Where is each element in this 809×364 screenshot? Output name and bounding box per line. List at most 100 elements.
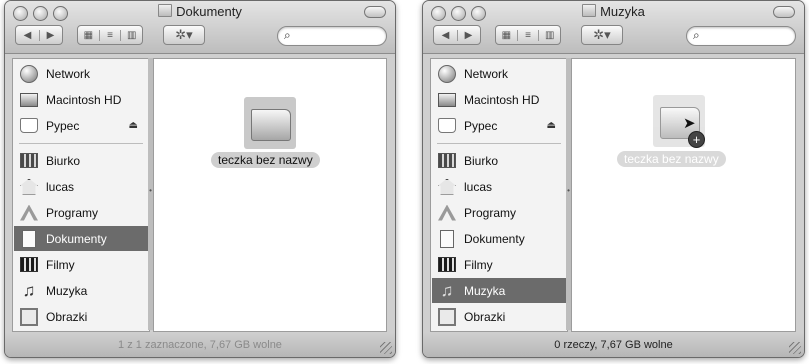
sidebar-item-network[interactable]: Network <box>14 61 148 86</box>
sidebar-item-label: Dokumenty <box>46 231 107 246</box>
sidebar-separator <box>19 143 143 144</box>
sidebar-item-label: Network <box>46 66 91 81</box>
movies-icon <box>438 257 456 272</box>
home-icon <box>438 178 456 195</box>
sidebar-item-macintosh-hd[interactable]: Macintosh HD <box>432 87 566 112</box>
window-title-text: Dokumenty <box>176 4 242 19</box>
music-folder-title-icon <box>582 4 597 17</box>
folder-icon[interactable] <box>244 97 296 149</box>
sidebar: Network Macintosh HD Pypec ⏏ Biurko lucas… <box>430 58 568 332</box>
forward-arrow-icon[interactable]: ▶ <box>456 29 480 41</box>
icon-view-icon[interactable]: ▦ <box>496 30 517 41</box>
forward-arrow-icon[interactable]: ▶ <box>38 29 62 41</box>
sidebar-item-pypec[interactable]: Pypec ⏏ <box>14 113 148 138</box>
pictures-icon <box>438 307 456 326</box>
toolbar-toggle-button[interactable] <box>364 6 386 18</box>
list-view-icon[interactable]: ≡ <box>98 29 121 41</box>
gear-icon: ✲▾ <box>593 27 611 42</box>
sidebar-item-label: Obrazki <box>46 309 88 324</box>
column-view-icon[interactable]: ▥ <box>120 29 142 41</box>
icon-view-icon[interactable]: ▦ <box>78 30 99 41</box>
sidebar-item-programy[interactable]: Programy <box>432 200 566 225</box>
resize-grip[interactable] <box>380 342 392 354</box>
sidebar-item-muzyka[interactable]: ♫ Muzyka <box>14 278 148 303</box>
back-arrow-icon[interactable]: ◀ <box>17 30 39 41</box>
folder-title-icon <box>158 4 173 17</box>
status-bar: 1 z 1 zaznaczone, 7,67 GB wolne <box>5 333 395 357</box>
back-forward-control: ◀ ▶ <box>433 25 481 45</box>
desktop-icon <box>20 153 38 168</box>
sidebar-item-biurko[interactable]: Biurko <box>14 148 148 173</box>
pictures-icon <box>20 307 38 326</box>
column-view-icon[interactable]: ▥ <box>538 29 560 41</box>
list-view-icon[interactable]: ≡ <box>516 29 539 41</box>
sidebar-item-label: Biurko <box>464 153 499 168</box>
sidebar-item-macintosh-hd[interactable]: Macintosh HD <box>14 87 148 112</box>
sidebar-item-filmy[interactable]: Filmy <box>14 252 148 277</box>
sidebar-item-programy[interactable]: Programy <box>14 200 148 225</box>
sidebar-item-label: Biurko <box>46 153 81 168</box>
music-icon: ♫ <box>22 280 36 300</box>
finder-window-muzyka: Muzyka ◀ ▶ ▦ ≡ ▥ ✲▾ ⌕ Network Macintosh HD … <box>422 0 805 358</box>
search-icon: ⌕ <box>284 28 291 42</box>
home-icon <box>20 178 38 195</box>
hard-disk-icon <box>20 92 38 107</box>
window-title: Dokumenty <box>5 4 395 19</box>
desktop-icon <box>438 153 456 168</box>
sidebar-item-filmy[interactable]: Filmy <box>432 252 566 277</box>
sidebar-item-lucas[interactable]: lucas <box>432 174 566 199</box>
sidebar-item-label: Macintosh HD <box>46 92 122 107</box>
status-text: 0 rzeczy, 7,67 GB wolne <box>554 339 673 351</box>
sidebar-item-lucas[interactable]: lucas <box>14 174 148 199</box>
window-titlebar[interactable]: Muzyka ◀ ▶ ▦ ≡ ▥ ✲▾ ⌕ <box>423 1 804 54</box>
view-switcher: ▦ ≡ ▥ <box>77 25 143 45</box>
disk-icon <box>20 118 38 133</box>
movies-icon <box>20 257 38 272</box>
action-gear-button[interactable]: ✲▾ <box>163 25 205 45</box>
documents-icon <box>22 229 36 248</box>
back-forward-control: ◀ ▶ <box>15 25 63 45</box>
window-title: Muzyka <box>423 4 804 19</box>
folder-label[interactable]: teczka bez nazwy <box>211 152 320 168</box>
finder-window-dokumenty: Dokumenty ◀ ▶ ▦ ≡ ▥ ✲▾ ⌕ Network Macintosh … <box>4 0 396 358</box>
eject-icon[interactable]: ⏏ <box>129 120 138 131</box>
sidebar-item-label: Filmy <box>46 257 75 272</box>
sidebar-item-obrazki[interactable]: Obrazki <box>432 304 566 329</box>
network-icon <box>438 64 456 83</box>
sidebar-item-label: Programy <box>464 205 517 220</box>
sidebar-item-pypec[interactable]: Pypec ⏏ <box>432 113 566 138</box>
sidebar-item-label: Pypec <box>464 118 498 133</box>
sidebar-item-obrazki[interactable]: Obrazki <box>14 304 148 329</box>
window-titlebar[interactable]: Dokumenty ◀ ▶ ▦ ≡ ▥ ✲▾ ⌕ <box>5 1 395 54</box>
sidebar-item-label: Dokumenty <box>464 231 525 246</box>
search-field[interactable]: ⌕ <box>686 26 796 46</box>
sidebar-item-muzyka[interactable]: ♫ Muzyka <box>432 278 566 303</box>
file-view[interactable]: teczka bez nazwy ➤ + <box>571 58 796 332</box>
sidebar-item-dokumenty[interactable]: Dokumenty <box>432 226 566 251</box>
dragged-folder-label: teczka bez nazwy <box>617 151 726 167</box>
view-switcher: ▦ ≡ ▥ <box>495 25 561 45</box>
sidebar-item-label: Muzyka <box>46 283 88 298</box>
back-arrow-icon[interactable]: ◀ <box>435 30 457 41</box>
sidebar-item-label: lucas <box>46 179 75 194</box>
status-bar: 0 rzeczy, 7,67 GB wolne <box>423 333 804 357</box>
sidebar-item-label: Filmy <box>464 257 493 272</box>
sidebar-item-label: Muzyka <box>464 283 506 298</box>
status-text: 1 z 1 zaznaczone, 7,67 GB wolne <box>118 339 282 351</box>
copy-plus-badge-icon: + <box>688 131 705 148</box>
resize-grip[interactable] <box>789 342 801 354</box>
toolbar-toggle-button[interactable] <box>773 6 795 18</box>
search-icon: ⌕ <box>693 28 700 42</box>
action-gear-button[interactable]: ✲▾ <box>581 25 623 45</box>
file-view[interactable]: teczka bez nazwy <box>153 58 387 332</box>
sidebar-item-dokumenty[interactable]: Dokumenty <box>14 226 148 251</box>
sidebar-separator <box>437 143 561 144</box>
disk-icon <box>438 118 456 133</box>
sidebar-item-network[interactable]: Network <box>432 61 566 86</box>
eject-icon[interactable]: ⏏ <box>547 120 556 131</box>
music-icon: ♫ <box>440 280 454 300</box>
sidebar-item-biurko[interactable]: Biurko <box>432 148 566 173</box>
sidebar-item-label: Pypec <box>46 118 80 133</box>
sidebar-item-label: lucas <box>464 179 493 194</box>
search-field[interactable]: ⌕ <box>277 26 387 46</box>
